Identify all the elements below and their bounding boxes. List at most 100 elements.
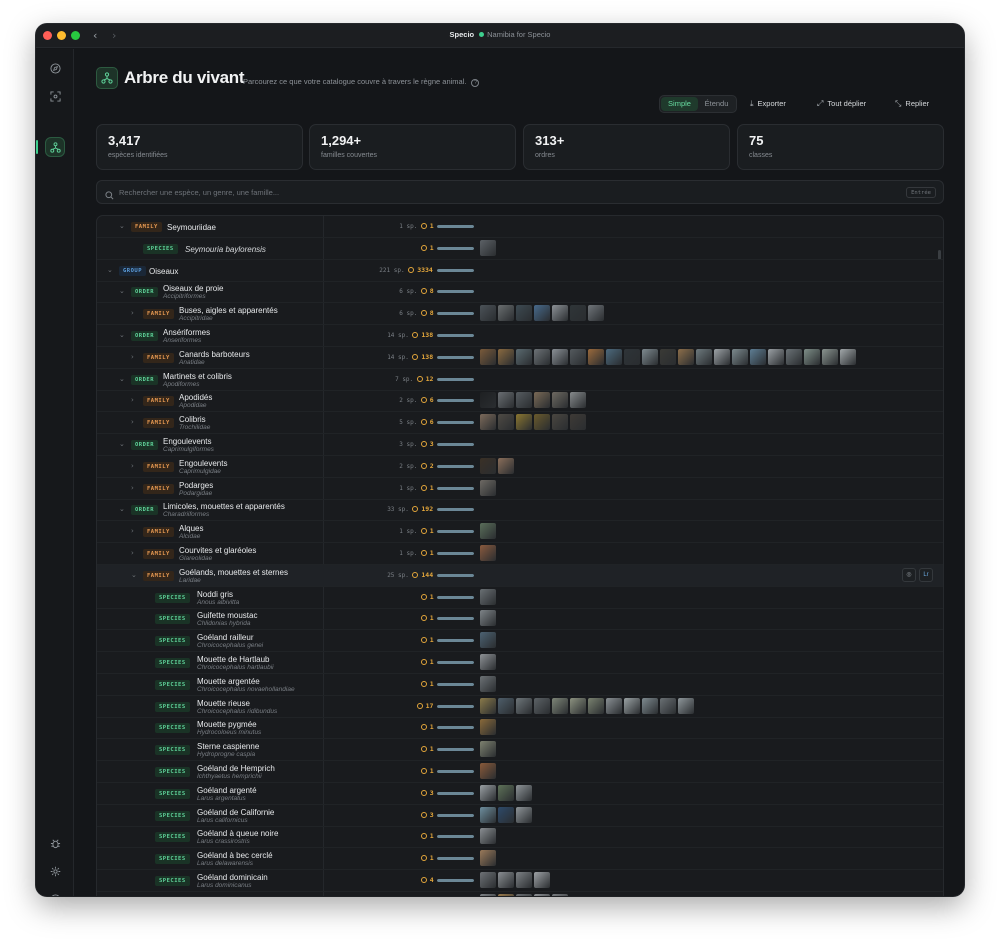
photo-thumbnail[interactable] — [534, 414, 550, 431]
search-input[interactable] — [119, 184, 879, 200]
photo-thumbnail[interactable] — [534, 872, 550, 888]
help-circle-icon[interactable]: ? — [471, 79, 480, 87]
tree-icon[interactable] — [45, 137, 65, 157]
photo-thumbnail[interactable] — [498, 414, 514, 431]
photo-thumbnail[interactable] — [480, 675, 496, 692]
species-row[interactable]: SPECIES Mouette de Hartlaub Chroicocephalu… — [97, 652, 943, 674]
photo-thumbnail[interactable] — [822, 348, 838, 365]
photo-thumbnail[interactable] — [588, 305, 604, 322]
chevron-right-icon[interactable]: › — [131, 418, 134, 426]
chevron-right-icon[interactable]: › — [131, 309, 134, 317]
bug-icon[interactable] — [45, 833, 65, 853]
photo-thumbnail[interactable] — [480, 457, 496, 474]
chevron-right-icon[interactable]: › — [131, 353, 134, 361]
species-row[interactable]: SPECIES Noddi gris Anous albivitta 1 — [97, 587, 943, 609]
photo-thumbnail[interactable] — [480, 588, 496, 605]
photo-thumbnail[interactable] — [804, 348, 820, 365]
chevron-right-icon[interactable]: › — [131, 549, 134, 557]
species-row[interactable]: SPECIES Seymouria baylorensis 1 — [97, 238, 943, 260]
photo-thumbnail[interactable] — [516, 806, 532, 823]
chevron-down-icon[interactable]: ⌄ — [119, 440, 125, 448]
chevron-down-icon[interactable]: ⌄ — [119, 375, 125, 383]
photo-thumbnail[interactable] — [768, 348, 784, 365]
photo-thumbnail[interactable] — [678, 697, 694, 714]
chevron-down-icon[interactable]: ⌄ — [107, 266, 113, 274]
species-row[interactable]: SPECIES Guifette moustac Chlidonias hybrid… — [97, 608, 943, 631]
photo-thumbnail[interactable] — [840, 348, 856, 365]
chevron-down-icon[interactable]: ⌄ — [119, 505, 125, 513]
compass-icon[interactable] — [45, 58, 65, 78]
photo-thumbnail[interactable] — [480, 850, 496, 867]
photo-thumbnail[interactable] — [588, 348, 604, 365]
photo-thumbnail[interactable] — [534, 348, 550, 365]
photo-thumbnail[interactable] — [624, 348, 640, 365]
photo-thumbnail[interactable] — [660, 348, 676, 365]
order-row[interactable]: ⌄ ORDER Engoulevents Caprimulgiformes 3 3 sp. — [97, 434, 943, 456]
photo-thumbnail[interactable] — [480, 632, 496, 649]
photo-thumbnail[interactable] — [570, 305, 586, 322]
photo-thumbnail[interactable] — [570, 392, 586, 409]
view-simple-tab[interactable]: Simple — [661, 97, 698, 111]
photo-thumbnail[interactable] — [570, 348, 586, 365]
photo-thumbnail[interactable] — [516, 784, 532, 801]
photo-thumbnail[interactable] — [480, 523, 496, 540]
species-row[interactable]: SPECIES Sterne caspienne Hydroprogne caspi… — [97, 739, 943, 762]
family-row[interactable]: › FAMILY Canards barboteurs Anatidae 138 14 s… — [97, 347, 943, 369]
family-row[interactable]: › FAMILY Apodidés Apodidae 6 2 sp. — [97, 390, 943, 413]
order-row[interactable]: ⌄ ORDER Oiseaux de proie Accipitriformes 8 6 … — [97, 281, 943, 304]
photo-thumbnail[interactable] — [534, 697, 550, 714]
photo-thumbnail[interactable] — [534, 392, 550, 409]
photo-thumbnail[interactable] — [552, 414, 568, 431]
species-row[interactable]: SPECIES Goéland dominicain Larus dominican… — [97, 870, 943, 892]
photo-thumbnail[interactable] — [498, 348, 514, 365]
photo-thumbnail[interactable] — [642, 697, 658, 714]
photo-thumbnail[interactable] — [480, 479, 496, 496]
lr-icon[interactable]: Lr — [919, 567, 933, 582]
species-row[interactable]: SPECIES Goéland railleur Chroicocephalus g… — [97, 630, 943, 653]
photo-thumbnail[interactable] — [480, 806, 496, 823]
photo-thumbnail[interactable] — [480, 610, 496, 627]
photo-thumbnail[interactable] — [480, 872, 496, 888]
photo-thumbnail[interactable] — [480, 654, 496, 670]
photo-thumbnail[interactable] — [552, 348, 568, 365]
order-row[interactable]: ⌄ ORDER Ansériformes Anseriformes 138 14 sp. — [97, 325, 943, 347]
photo-thumbnail[interactable] — [498, 392, 514, 409]
photo-thumbnail[interactable] — [516, 893, 532, 896]
photo-thumbnail[interactable] — [480, 893, 496, 896]
family-row[interactable]: › FAMILY Alques Alcidae 1 1 sp. — [97, 521, 943, 544]
photo-thumbnail[interactable] — [552, 392, 568, 409]
photo-thumbnail[interactable] — [480, 305, 496, 322]
photo-thumbnail[interactable] — [498, 784, 514, 801]
photo-thumbnail[interactable] — [606, 348, 622, 365]
photo-thumbnail[interactable] — [480, 697, 496, 714]
chevron-right-icon[interactable]: › — [131, 396, 134, 404]
photo-thumbnail[interactable] — [480, 392, 496, 409]
photo-thumbnail[interactable] — [480, 763, 496, 779]
photo-thumbnail[interactable] — [480, 545, 496, 561]
photo-thumbnail[interactable] — [480, 828, 496, 845]
chevron-down-icon[interactable]: ⌄ — [131, 571, 137, 579]
species-row[interactable]: SPECIES Mouette pygmée Hydrocoloeus minutu… — [97, 717, 943, 740]
species-row[interactable]: SPECIES Goéland de Californie Larus califo… — [97, 805, 943, 827]
photo-thumbnail[interactable] — [516, 305, 532, 322]
photo-thumbnail[interactable] — [714, 348, 730, 365]
photo-thumbnail[interactable] — [480, 414, 496, 431]
species-row[interactable]: SPECIES Goéland argenté Larus argentatus 3 — [97, 783, 943, 805]
photo-thumbnail[interactable] — [552, 697, 568, 714]
photo-thumbnail[interactable] — [750, 348, 766, 365]
species-row[interactable]: SPECIES Mouette rieuse Chroicocephalus rid… — [97, 696, 943, 718]
photo-thumbnail[interactable] — [498, 893, 514, 896]
help-icon[interactable] — [45, 889, 65, 896]
photo-thumbnail[interactable] — [552, 893, 568, 896]
photo-thumbnail[interactable] — [732, 348, 748, 365]
collapse-button[interactable]: ⤡ Replier — [895, 99, 929, 109]
family-row[interactable]: › FAMILY Courvites et glaréoles Glareolidae… — [97, 543, 943, 565]
photo-thumbnail[interactable] — [516, 348, 532, 365]
expand-all-button[interactable]: ⤢ Tout déplier — [817, 99, 866, 109]
species-row[interactable]: SPECIES Mouette argentée Chroicocephalus n… — [97, 674, 943, 696]
photo-thumbnail[interactable] — [570, 414, 586, 431]
target-icon[interactable]: ◎ — [902, 567, 916, 582]
chevron-down-icon[interactable]: ⌄ — [119, 222, 125, 230]
photo-thumbnail[interactable] — [588, 697, 604, 714]
family-row[interactable]: › FAMILY Engoulevents Caprimulgidae 2 2 sp. — [97, 456, 943, 478]
